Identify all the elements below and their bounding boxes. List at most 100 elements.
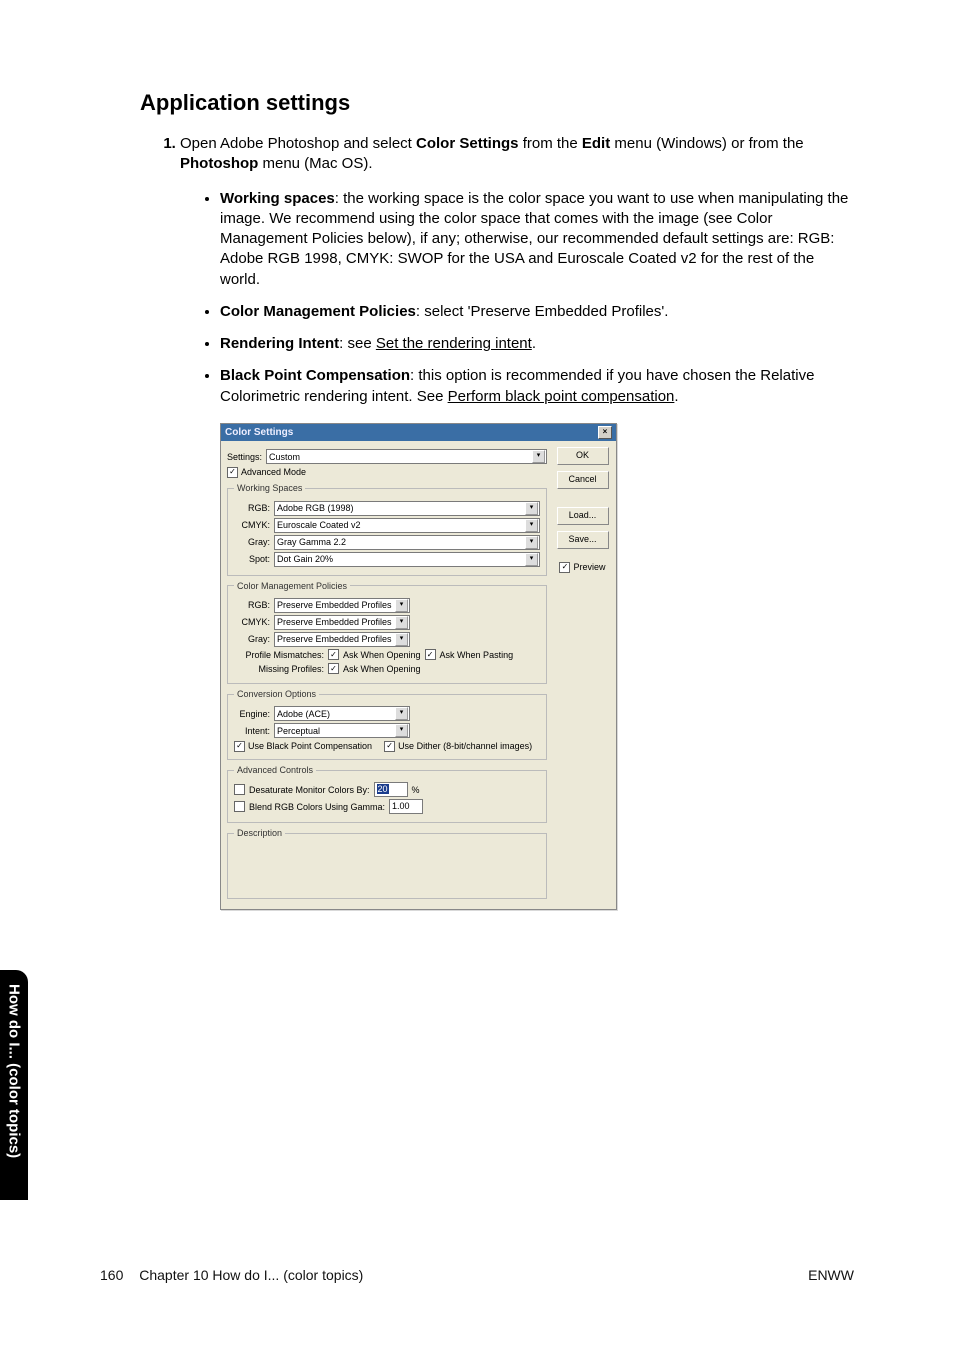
step1-bold-color-settings: Color Settings xyxy=(416,135,519,152)
conv-bpc-checkbox[interactable] xyxy=(234,741,245,752)
ws-spot-combo[interactable]: Dot Gain 20% ▾ xyxy=(274,552,540,567)
mismatch-open-label: Ask When Opening xyxy=(343,649,421,661)
pol-gray-label: Gray: xyxy=(234,633,270,645)
conv-dither-checkbox[interactable] xyxy=(384,741,395,752)
chevron-down-icon: ▾ xyxy=(395,616,408,629)
chevron-down-icon: ▾ xyxy=(525,536,538,549)
mismatch-paste-checkbox[interactable] xyxy=(425,649,436,660)
ws-gray-combo[interactable]: Gray Gamma 2.2 ▾ xyxy=(274,535,540,550)
desc-legend: Description xyxy=(234,827,285,839)
close-icon[interactable]: × xyxy=(598,426,612,439)
conv-engine-combo[interactable]: Adobe (ACE) ▾ xyxy=(274,706,410,721)
chevron-down-icon: ▾ xyxy=(525,553,538,566)
step1-text-pre: Open Adobe Photoshop and select xyxy=(180,135,416,152)
pol-legend: Color Management Policies xyxy=(234,580,350,592)
conv-intent-combo[interactable]: Perceptual ▾ xyxy=(274,723,410,738)
cmp-label: Color Management Policies xyxy=(220,303,416,320)
ok-button[interactable]: OK xyxy=(557,447,609,465)
advanced-mode-label: Advanced Mode xyxy=(241,466,306,478)
bpc-link[interactable]: Perform black point compensation xyxy=(448,388,675,405)
mismatch-open-checkbox[interactable] xyxy=(328,649,339,660)
ws-gray-value: Gray Gamma 2.2 xyxy=(277,536,346,548)
settings-value: Custom xyxy=(269,451,300,463)
group-description: Description xyxy=(227,827,547,899)
conv-dither-label: Use Dither (8-bit/channel images) xyxy=(398,740,532,752)
pol-cmyk-value: Preserve Embedded Profiles xyxy=(277,616,392,628)
cancel-button[interactable]: Cancel xyxy=(557,471,609,489)
pol-missing-label: Missing Profiles: xyxy=(234,663,324,675)
conv-legend: Conversion Options xyxy=(234,688,319,700)
ri-mid: : see xyxy=(339,335,376,352)
sub-bullet-list: Working spaces: the working space is the… xyxy=(180,189,854,407)
group-working-spaces: Working Spaces RGB: Adobe RGB (1998) ▾ CM… xyxy=(227,482,547,575)
chevron-down-icon: ▾ xyxy=(395,633,408,646)
footer-right: ENWW xyxy=(808,1267,854,1283)
bullet-rendering-intent: Rendering Intent: see Set the rendering … xyxy=(220,334,854,354)
group-conversion: Conversion Options Engine: Adobe (ACE)▾ … xyxy=(227,688,547,760)
step1-bold-edit: Edit xyxy=(582,135,610,152)
bullet-bpc: Black Point Compensation: this option is… xyxy=(220,366,854,407)
conv-engine-label: Engine: xyxy=(234,708,270,720)
chevron-down-icon: ▾ xyxy=(395,724,408,737)
ws-spot-label: Spot: xyxy=(234,553,270,565)
ws-cmyk-combo[interactable]: Euroscale Coated v2▾ xyxy=(274,518,540,533)
footer-page-number: 160 xyxy=(100,1267,123,1283)
settings-combo[interactable]: Custom ▾ xyxy=(266,449,547,464)
ri-post: . xyxy=(532,335,536,352)
ws-rgb-label: RGB: xyxy=(234,502,270,514)
chevron-down-icon: ▾ xyxy=(525,502,538,515)
conv-intent-label: Intent: xyxy=(234,725,270,737)
adv-desat-value: 20 xyxy=(377,784,389,794)
pol-rgb-combo[interactable]: Preserve Embedded Profiles▾ xyxy=(274,598,410,613)
conv-engine-value: Adobe (ACE) xyxy=(277,708,330,720)
group-advanced: Advanced Controls Desaturate Monitor Col… xyxy=(227,764,547,823)
pol-rgb-value: Preserve Embedded Profiles xyxy=(277,599,392,611)
ri-label: Rendering Intent xyxy=(220,335,339,352)
ws-rgb-combo[interactable]: Adobe RGB (1998) ▾ xyxy=(274,501,540,516)
cmp-text: : select 'Preserve Embedded Profiles'. xyxy=(416,303,669,320)
chevron-down-icon: ▾ xyxy=(395,599,408,612)
page-heading: Application settings xyxy=(140,90,854,116)
ws-cmyk-label: CMYK: xyxy=(234,519,270,531)
ws-rgb-value: Adobe RGB (1998) xyxy=(277,502,354,514)
pol-cmyk-combo[interactable]: Preserve Embedded Profiles▾ xyxy=(274,615,410,630)
chevron-down-icon: ▾ xyxy=(395,707,408,720)
ws-legend: Working Spaces xyxy=(234,482,305,494)
settings-label: Settings: xyxy=(227,451,262,463)
pol-gray-combo[interactable]: Preserve Embedded Profiles▾ xyxy=(274,632,410,647)
adv-desat-input[interactable]: 20 xyxy=(374,782,408,797)
bpc-label: Black Point Compensation xyxy=(220,367,410,384)
save-button[interactable]: Save... xyxy=(557,531,609,549)
ws-label: Working spaces xyxy=(220,190,335,207)
chevron-down-icon: ▾ xyxy=(532,450,545,463)
bullet-working-spaces: Working spaces: the working space is the… xyxy=(220,189,854,290)
preview-label: Preview xyxy=(573,561,605,573)
preview-checkbox[interactable] xyxy=(559,562,570,573)
dialog-titlebar: Color Settings × xyxy=(221,424,616,442)
ri-link[interactable]: Set the rendering intent xyxy=(376,335,532,352)
load-button[interactable]: Load... xyxy=(557,507,609,525)
step-1: Open Adobe Photoshop and select Color Se… xyxy=(180,134,854,910)
mismatch-paste-label: Ask When Pasting xyxy=(440,649,514,661)
pol-gray-value: Preserve Embedded Profiles xyxy=(277,633,392,645)
conv-intent-value: Perceptual xyxy=(277,725,320,737)
adv-legend: Advanced Controls xyxy=(234,764,316,776)
adv-desat-checkbox[interactable] xyxy=(234,784,245,795)
step1-text-mid1: from the xyxy=(519,135,582,152)
adv-blend-input[interactable]: 1.00 xyxy=(389,799,423,814)
missing-open-label: Ask When Opening xyxy=(343,663,421,675)
page-footer: 160 Chapter 10 How do I... (color topics… xyxy=(100,1267,854,1283)
footer-chapter: Chapter 10 How do I... (color topics) xyxy=(139,1267,363,1283)
side-tab: How do I... (color topics) xyxy=(0,970,28,1200)
color-settings-dialog: Color Settings × Settings: Custom ▾ xyxy=(220,423,617,911)
step1-text-post: menu (Mac OS). xyxy=(258,155,372,172)
advanced-mode-checkbox[interactable] xyxy=(227,467,238,478)
group-policies: Color Management Policies RGB: Preserve … xyxy=(227,580,547,684)
pol-cmyk-label: CMYK: xyxy=(234,616,270,628)
dialog-title-text: Color Settings xyxy=(225,426,293,440)
adv-desat-unit: % xyxy=(412,784,420,796)
step1-text-mid2: menu (Windows) or from the xyxy=(610,135,803,152)
missing-open-checkbox[interactable] xyxy=(328,663,339,674)
ws-spot-value: Dot Gain 20% xyxy=(277,553,333,565)
adv-blend-checkbox[interactable] xyxy=(234,801,245,812)
